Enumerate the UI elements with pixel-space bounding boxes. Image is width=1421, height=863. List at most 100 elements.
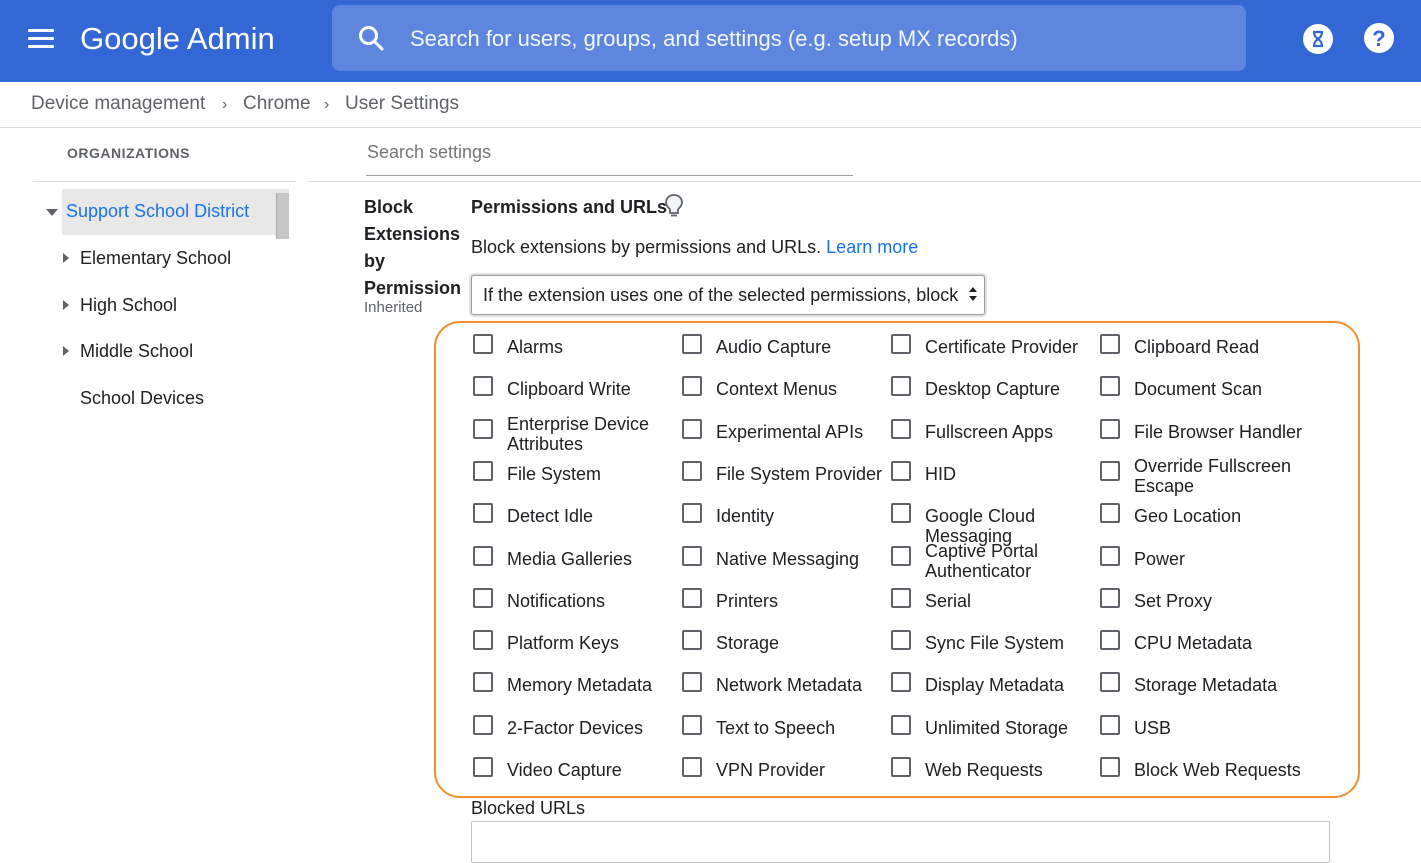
- hamburger-menu-icon[interactable]: [28, 29, 54, 49]
- caret-down-icon[interactable]: [46, 209, 58, 216]
- checkbox[interactable]: [891, 461, 911, 481]
- permission-checkbox-item[interactable]: Network Metadata: [682, 672, 882, 712]
- permission-checkbox-item[interactable]: Audio Capture: [682, 334, 882, 374]
- permission-checkbox-item[interactable]: Experimental APIs: [682, 419, 882, 459]
- checkbox-label[interactable]: Notifications: [507, 591, 677, 611]
- permission-checkbox-item[interactable]: Context Menus: [682, 376, 882, 416]
- permission-checkbox-item[interactable]: Clipboard Read: [1100, 334, 1300, 374]
- hourglass-icon[interactable]: [1303, 24, 1333, 54]
- checkbox-label[interactable]: Web Requests: [925, 760, 1095, 780]
- permission-checkbox-item[interactable]: Storage: [682, 630, 882, 670]
- permission-checkbox-item[interactable]: VPN Provider: [682, 757, 882, 797]
- checkbox-label[interactable]: Document Scan: [1134, 379, 1304, 399]
- caret-right-icon[interactable]: [63, 300, 69, 310]
- checkbox[interactable]: [891, 588, 911, 608]
- checkbox-label[interactable]: Unlimited Storage: [925, 718, 1095, 738]
- checkbox-label[interactable]: Block Web Requests: [1134, 760, 1304, 780]
- checkbox[interactable]: [682, 630, 702, 650]
- blocked-urls-textarea[interactable]: [471, 821, 1330, 863]
- checkbox[interactable]: [1100, 461, 1120, 481]
- permission-checkbox-item[interactable]: Display Metadata: [891, 672, 1091, 712]
- checkbox[interactable]: [891, 376, 911, 396]
- checkbox[interactable]: [473, 546, 493, 566]
- checkbox[interactable]: [473, 588, 493, 608]
- checkbox[interactable]: [891, 419, 911, 439]
- checkbox-label[interactable]: Alarms: [507, 337, 677, 357]
- permission-checkbox-item[interactable]: Google Cloud Messaging: [891, 503, 1091, 546]
- checkbox-label[interactable]: File Browser Handler: [1134, 422, 1304, 442]
- learn-more-link[interactable]: Learn more: [826, 237, 918, 257]
- checkbox-label[interactable]: USB: [1134, 718, 1304, 738]
- checkbox[interactable]: [1100, 546, 1120, 566]
- checkbox[interactable]: [891, 672, 911, 692]
- permission-checkbox-item[interactable]: USB: [1100, 715, 1300, 755]
- block-mode-value[interactable]: If the extension uses one of the selecte…: [483, 285, 963, 306]
- permission-checkbox-item[interactable]: Storage Metadata: [1100, 672, 1300, 712]
- checkbox-label[interactable]: Memory Metadata: [507, 675, 677, 695]
- caret-right-icon[interactable]: [63, 346, 69, 356]
- checkbox[interactable]: [1100, 757, 1120, 777]
- checkbox[interactable]: [891, 503, 911, 523]
- checkbox[interactable]: [473, 630, 493, 650]
- help-icon[interactable]: ?: [1364, 23, 1394, 53]
- checkbox-label[interactable]: Set Proxy: [1134, 591, 1304, 611]
- checkbox-label[interactable]: Native Messaging: [716, 549, 886, 569]
- checkbox-label[interactable]: CPU Metadata: [1134, 633, 1304, 653]
- checkbox[interactable]: [1100, 588, 1120, 608]
- checkbox-label[interactable]: Fullscreen Apps: [925, 422, 1095, 442]
- permission-checkbox-item[interactable]: Printers: [682, 588, 882, 628]
- permission-checkbox-item[interactable]: Fullscreen Apps: [891, 419, 1091, 459]
- permission-checkbox-item[interactable]: Captive Portal Authenticator: [891, 541, 1091, 586]
- permission-checkbox-item[interactable]: Platform Keys: [473, 630, 673, 670]
- checkbox-label[interactable]: File System: [507, 464, 677, 484]
- checkbox[interactable]: [891, 757, 911, 777]
- checkbox[interactable]: [473, 376, 493, 396]
- org-scrollbar[interactable]: [276, 193, 289, 239]
- checkbox[interactable]: [682, 461, 702, 481]
- permission-checkbox-item[interactable]: Desktop Capture: [891, 376, 1091, 416]
- checkbox[interactable]: [473, 672, 493, 692]
- checkbox-label[interactable]: Text to Speech: [716, 718, 886, 738]
- permission-checkbox-item[interactable]: Power: [1100, 546, 1300, 586]
- permission-checkbox-item[interactable]: Video Capture: [473, 757, 673, 797]
- checkbox[interactable]: [891, 715, 911, 735]
- checkbox[interactable]: [1100, 376, 1120, 396]
- permission-checkbox-item[interactable]: Enterprise Device Attributes: [473, 414, 673, 459]
- checkbox[interactable]: [682, 588, 702, 608]
- permission-checkbox-item[interactable]: Text to Speech: [682, 715, 882, 755]
- settings-search-placeholder[interactable]: Search settings: [367, 142, 491, 163]
- breadcrumb-device-management[interactable]: Device management: [31, 93, 205, 115]
- permission-checkbox-item[interactable]: File Browser Handler: [1100, 419, 1302, 459]
- checkbox[interactable]: [682, 546, 702, 566]
- checkbox-label[interactable]: Display Metadata: [925, 675, 1095, 695]
- permission-checkbox-item[interactable]: Serial: [891, 588, 1091, 628]
- checkbox-label[interactable]: Clipboard Read: [1134, 337, 1304, 357]
- caret-right-icon[interactable]: [63, 253, 69, 263]
- breadcrumb-chrome[interactable]: Chrome: [243, 93, 311, 115]
- checkbox[interactable]: [1100, 715, 1120, 735]
- checkbox-label[interactable]: Geo Location: [1134, 506, 1304, 526]
- permission-checkbox-item[interactable]: File System: [473, 461, 673, 501]
- permission-checkbox-item[interactable]: Native Messaging: [682, 546, 882, 586]
- permission-checkbox-item[interactable]: Media Galleries: [473, 546, 673, 586]
- checkbox-label[interactable]: Video Capture: [507, 760, 677, 780]
- org-high-school[interactable]: High School: [80, 295, 177, 316]
- checkbox-label[interactable]: VPN Provider: [716, 760, 886, 780]
- checkbox-label[interactable]: Certificate Provider: [925, 337, 1095, 357]
- checkbox[interactable]: [891, 630, 911, 650]
- search-placeholder[interactable]: Search for users, groups, and settings (…: [410, 26, 1018, 52]
- checkbox[interactable]: [682, 334, 702, 354]
- checkbox-label[interactable]: Google Cloud Messaging: [925, 506, 1095, 546]
- checkbox-label[interactable]: Storage Metadata: [1134, 675, 1304, 695]
- permission-checkbox-item[interactable]: HID: [891, 461, 1091, 501]
- permission-checkbox-item[interactable]: Geo Location: [1100, 503, 1300, 543]
- permission-checkbox-item[interactable]: Block Web Requests: [1100, 757, 1301, 797]
- checkbox-label[interactable]: Media Galleries: [507, 549, 677, 569]
- checkbox[interactable]: [682, 503, 702, 523]
- checkbox-label[interactable]: Enterprise Device Attributes: [507, 414, 677, 454]
- permission-checkbox-item[interactable]: Web Requests: [891, 757, 1091, 797]
- checkbox[interactable]: [682, 376, 702, 396]
- checkbox[interactable]: [1100, 630, 1120, 650]
- checkbox-label[interactable]: Context Menus: [716, 379, 886, 399]
- checkbox-label[interactable]: Storage: [716, 633, 886, 653]
